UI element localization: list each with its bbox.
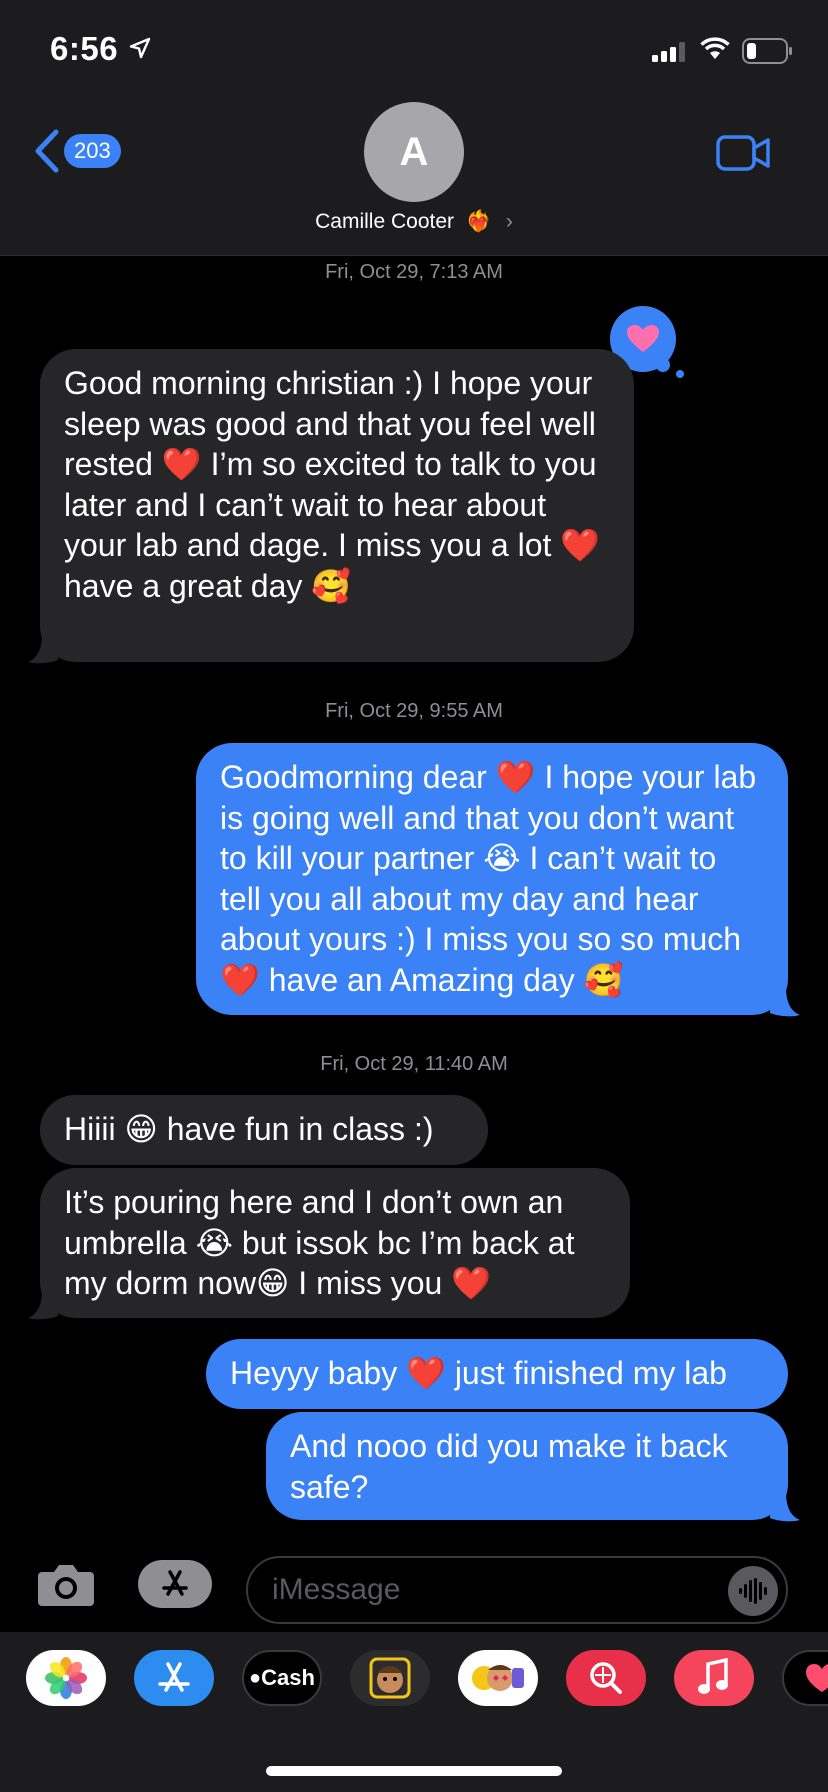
heart-icon — [627, 325, 659, 352]
apple-cash-icon: ● — [249, 1666, 262, 1689]
app-store-button[interactable] — [138, 1560, 212, 1608]
contact-avatar[interactable]: A — [364, 102, 464, 202]
conversation-header: 6:56 203 A Camille Cooter ❤️‍🔥 › — [0, 0, 828, 256]
imessage-input[interactable] — [246, 1556, 788, 1624]
memoji-app-button[interactable] — [350, 1650, 430, 1706]
outgoing-message-bubble[interactable]: Heyyy baby ❤️ just finished my lab — [206, 1339, 788, 1409]
bubble-tail — [770, 1492, 800, 1522]
incoming-message-bubble[interactable]: Good morning christian :) I hope your sl… — [40, 349, 634, 662]
bubble-tail — [28, 634, 58, 664]
battery-icon — [742, 38, 792, 64]
outgoing-message-bubble[interactable]: Goodmorning dear ❤️ I hope your lab is g… — [196, 743, 788, 1015]
incoming-message-bubble[interactable]: Hiiii 😁 have fun in class :) — [40, 1095, 488, 1165]
compose-bar — [0, 1540, 828, 1632]
memoji-stickers-button[interactable] — [458, 1650, 538, 1706]
reaction-tail-dot — [656, 358, 670, 372]
outgoing-message-bubble[interactable]: And nooo did you make it back safe? — [266, 1412, 788, 1520]
contact-name: Camille Cooter — [315, 210, 455, 233]
contact-emoji: ❤️‍🔥 — [465, 210, 493, 233]
reaction-tail-dot — [676, 370, 684, 378]
voice-message-button[interactable] — [728, 1566, 778, 1616]
bubble-tail — [770, 987, 800, 1017]
bubble-tail — [28, 1290, 58, 1320]
digital-touch-icon — [806, 1664, 828, 1692]
app-store-app-button[interactable] — [134, 1650, 214, 1706]
location-arrow-icon — [129, 37, 151, 59]
app-store-icon — [162, 1570, 188, 1596]
camera-button[interactable] — [36, 1562, 96, 1608]
unread-count-badge: 203 — [64, 134, 121, 168]
home-indicator — [266, 1766, 562, 1776]
app-store-icon — [158, 1662, 190, 1692]
message-text-field[interactable] — [272, 1558, 712, 1622]
app-drawer: ● Cash — [0, 1632, 828, 1792]
memoji-icon — [369, 1657, 411, 1699]
images-search-button[interactable] — [566, 1650, 646, 1706]
digital-touch-button[interactable] — [782, 1650, 828, 1706]
apple-cash-label: Cash — [261, 1665, 315, 1690]
status-time: 6:56 — [50, 30, 119, 67]
message-timestamp: Fri, Oct 29, 7:13 AM — [325, 261, 503, 283]
apple-cash-button[interactable]: ● Cash — [242, 1650, 322, 1706]
back-button[interactable]: 203 — [32, 128, 121, 174]
music-app-button[interactable] — [674, 1650, 754, 1706]
memoji-stickers-icon — [472, 1665, 524, 1691]
message-timestamp: Fri, Oct 29, 9:55 AM — [325, 700, 503, 722]
waveform-icon — [739, 1578, 767, 1604]
photos-app-button[interactable] — [26, 1650, 106, 1706]
photos-icon — [45, 1657, 87, 1699]
facetime-video-button[interactable] — [716, 134, 772, 172]
chevron-right-icon: › — [505, 210, 513, 233]
images-search-icon — [590, 1662, 622, 1694]
cellular-signal-icon — [652, 42, 685, 62]
music-icon — [698, 1658, 728, 1694]
incoming-message-bubble[interactable]: It’s pouring here and I don’t own an umb… — [40, 1168, 630, 1318]
message-timestamp: Fri, Oct 29, 11:40 AM — [320, 1053, 508, 1075]
status-bar: 6:56 — [0, 28, 828, 68]
chevron-left-icon — [35, 129, 59, 173]
contact-details-link[interactable]: Camille Cooter ❤️‍🔥 › — [0, 210, 828, 234]
wifi-icon — [700, 37, 730, 59]
